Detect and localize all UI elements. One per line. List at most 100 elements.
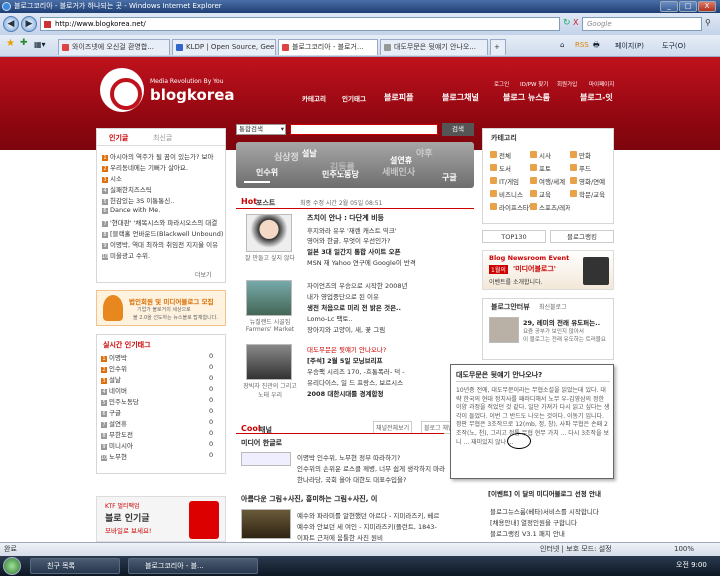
login-link[interactable]: 로그인 — [494, 80, 509, 88]
tools-menu[interactable]: 도구(O) — [662, 41, 686, 51]
cool-thumb-1[interactable] — [241, 452, 291, 466]
forward-button[interactable]: ▶ — [21, 16, 37, 32]
cloud-word[interactable]: 설날 — [302, 148, 317, 159]
tab-wisenet[interactable]: 와이즈넷에 오신걸 환영합... — [58, 39, 170, 55]
category-item[interactable]: 비즈니스 — [490, 189, 530, 199]
nav-popular-tags[interactable]: 인기태그 — [342, 93, 366, 103]
feeds-icon[interactable]: RSS — [575, 41, 589, 49]
events-title[interactable]: [이벤트] 이 달의 미디어블로그 선정 안내 — [488, 488, 614, 498]
blogger-title[interactable]: 29, 레미의 전래 유도퍼는.. — [523, 317, 600, 327]
tag-row[interactable]: 10 노무현 0 — [101, 451, 219, 461]
blogkorea-logo-icon[interactable] — [100, 68, 144, 112]
refresh-icon[interactable]: ↻ — [563, 18, 571, 28]
tag-row[interactable]: 4 네이버 0 — [101, 385, 219, 395]
cool-line[interactable]: 이명박 인수위, 노무현 정부 따라하기? — [297, 452, 447, 462]
stop-icon[interactable]: X — [573, 18, 578, 27]
cloud-word[interactable]: 인수위 — [256, 167, 278, 178]
cloud-word[interactable]: 심상정 — [274, 150, 299, 163]
category-item[interactable]: 포토 — [530, 163, 570, 173]
list-item[interactable]: 4 실패한치즈스틱 — [102, 184, 224, 194]
cloud-slider[interactable] — [244, 181, 270, 183]
category-item[interactable]: 시사 — [530, 150, 570, 160]
tag-row[interactable]: 2 인수위 0 — [101, 363, 219, 373]
category-item[interactable]: 푸드 — [570, 163, 610, 173]
hot-thumb-1[interactable] — [246, 214, 292, 252]
hot-line[interactable]: 자이언츠의 우승으로 시작한 2008년 — [307, 280, 407, 290]
blogrank-button[interactable]: 블로그랭킹 — [550, 230, 614, 243]
category-item[interactable]: 교육 — [530, 189, 570, 199]
category-item[interactable]: 도서 — [490, 163, 530, 173]
site-search-input[interactable] — [290, 124, 438, 135]
nav-blog-channel[interactable]: 블로그채널 — [442, 92, 479, 103]
url-field[interactable]: http://www.blogkorea.net/ — [40, 17, 560, 31]
list-item[interactable]: 9 이명박, 역대 최하의 취임전 지지율 이유 — [102, 239, 224, 249]
hot-line[interactable]: 영어와 한글, 무엇이 우선인가? — [307, 235, 390, 245]
tab-interview[interactable]: 블로그안터뷰 — [491, 302, 530, 312]
tab-popular[interactable]: 인기글 — [109, 133, 128, 143]
new-tab-button[interactable]: + — [490, 39, 506, 55]
hot-line[interactable]: 후지와라 유우 '재렌 캐스트 믹크' — [307, 225, 397, 235]
category-item[interactable]: 여행/세계 — [530, 176, 570, 186]
event-banner[interactable]: Blog Newsroom Event 1월의 '미디어블로그' 이벤트를 소개… — [482, 250, 614, 290]
minimize-button[interactable]: _ — [660, 1, 678, 12]
cool-line[interactable]: 예수와 안보던 세 여인 - 지미라즈키(플런트, 1843- — [297, 521, 472, 531]
hot-line[interactable]: 우승팩 시리즈 170, -흐통폭러- 덕 - — [307, 366, 447, 376]
category-item[interactable]: 영화/연예 — [570, 176, 610, 186]
site-search-button[interactable]: 검색 — [442, 123, 474, 136]
list-item[interactable]: 5 헌감있는 3S 이통통신.. — [102, 195, 224, 205]
tag-row[interactable]: 7 설연휴 0 — [101, 418, 219, 428]
add-favorites-icon[interactable]: ✚ — [20, 38, 28, 48]
list-item[interactable]: 7 '현대판' '채목시스와 파라시오스의 대결 — [102, 217, 224, 227]
close-button[interactable]: X — [698, 1, 716, 12]
cool-line[interactable]: 한나라당, 국회 올아 대한도 대표수입을? — [297, 474, 447, 484]
cool-sub2[interactable]: 아름다운 그림+사진, 흥미하는 그림+사진, 이 — [241, 494, 471, 504]
tag-row[interactable]: 9 미니시아 0 — [101, 440, 219, 450]
hot-line[interactable]: 장아지와 고양이, 새, 꽃 그림 — [307, 324, 472, 334]
tag-row[interactable]: 1 이명박 0 — [101, 352, 219, 362]
cloud-word[interactable]: 세배인사 — [382, 165, 415, 178]
ktf-banner[interactable]: KTF 멀티팩업 블로 인기글 모바일로 보세요! — [96, 496, 226, 542]
event-line[interactable]: [채용안내] 열정인원을 구합니다 — [490, 517, 614, 527]
top130-button[interactable]: TOP130 — [482, 230, 546, 243]
hot-thumb-3[interactable] — [246, 344, 292, 380]
nav-blog-newsroom[interactable]: 블로그 뉴스룸 — [503, 92, 550, 103]
more-link[interactable]: 더보기 — [195, 270, 212, 279]
page-menu[interactable]: 페이지(P) — [615, 41, 644, 51]
hot-line[interactable]: Lomo-Lc 팩토.. — [307, 313, 353, 323]
hot-bold[interactable]: 일본 3대 일간지 통합 사이트 오픈 — [307, 246, 401, 256]
find-id-link[interactable]: ID/PW 찾기 — [520, 80, 548, 88]
tag-row[interactable]: 5 민주노동당 0 — [101, 396, 219, 406]
search-scope-select[interactable]: 통합검색 ▾ — [236, 124, 286, 135]
event-line[interactable]: 블로그랭킹 V3.1 패치 안내 — [490, 528, 614, 538]
tag-row[interactable]: 6 구글 0 — [101, 407, 219, 417]
list-item[interactable]: 8 [블랙홀 언바운드(Blackwell Unbound)] — [102, 228, 224, 238]
category-item[interactable]: 학문/교육 — [570, 189, 610, 199]
hot-line[interactable]: 대도무문은 뒷얘기 안나오나? — [307, 344, 386, 354]
back-button[interactable]: ◀ — [3, 16, 19, 32]
cool-line[interactable]: 인수위의 손위운 로스클 께병, 너무 쉽게 생각하지 마라 — [297, 463, 447, 473]
tab-daedomumun[interactable]: 대도무문은 뒷얘기 안나오... — [380, 39, 488, 55]
cloud-word[interactable]: 야후 — [416, 146, 433, 159]
tag-row[interactable]: 3 설날 0 — [101, 374, 219, 384]
hot-bold[interactable]: 생전 처음으로 미리 전 밝은 것은.. — [307, 302, 401, 312]
signup-link[interactable]: 회원가입 — [557, 80, 577, 88]
tab-recent[interactable]: 최신글 — [153, 133, 172, 143]
cloud-word[interactable]: 민주노동당 — [322, 169, 359, 180]
security-zone[interactable]: 인터넷 | 보호 모드: 설정 — [540, 543, 612, 556]
task-friends[interactable]: 친구 목록 — [30, 558, 120, 574]
site-logo-text[interactable]: blogkorea — [150, 86, 235, 104]
tab-recent-bloggers[interactable]: 최신블로그 — [539, 302, 567, 311]
category-item[interactable]: 만화 — [570, 150, 610, 160]
list-item[interactable]: 6 Dance with Me. — [102, 206, 224, 214]
nav-blog-it[interactable]: 블로그-잇 — [580, 92, 613, 103]
list-item[interactable]: 2 우리동네에는 기뻐가 살아요. — [102, 162, 224, 172]
maximize-button[interactable]: □ — [679, 1, 697, 12]
home-icon[interactable]: ⌂ — [560, 41, 564, 49]
category-item[interactable]: IT/게임 — [490, 176, 530, 186]
nav-category[interactable]: 카테고리 — [302, 93, 326, 103]
promo-banner[interactable]: 법인회원 및 미디어블로그 모집 기업가 블로거의 세상으로 블 2.0을 선도… — [96, 290, 226, 326]
task-ie[interactable]: 블로그코리아 - 블... — [128, 558, 258, 574]
cool-line[interactable]: 이파트 근처에 움툴한 사진 원비 — [297, 532, 472, 542]
hot-bold[interactable]: 2008 대한시대를 경계합정 — [307, 388, 383, 398]
cloud-word[interactable]: 구글 — [442, 172, 457, 183]
